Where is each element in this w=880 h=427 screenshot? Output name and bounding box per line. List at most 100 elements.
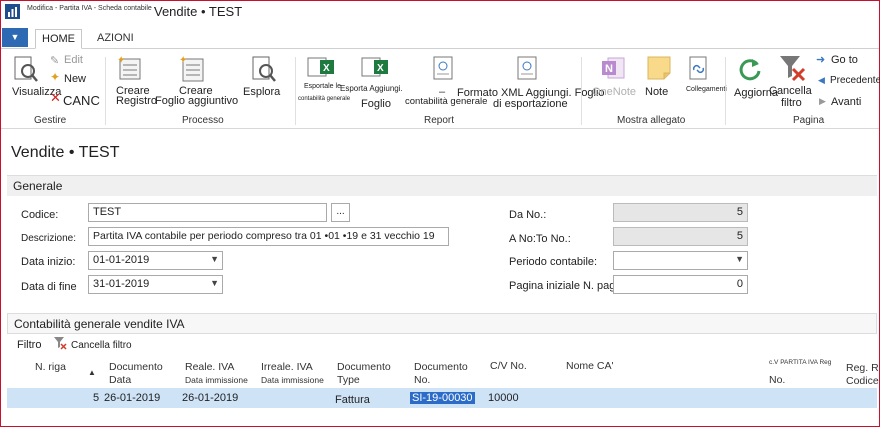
data-inizio-value: 01-01-2019 bbox=[93, 254, 150, 266]
new-icon: ✦ bbox=[50, 70, 61, 84]
group-report-label: Report bbox=[424, 115, 455, 126]
excel-icon: X bbox=[307, 57, 334, 77]
cell-documento-data[interactable]: 26-01-2019 bbox=[104, 392, 160, 404]
descrizione-field[interactable]: Partita IVA contabile per periodo compre… bbox=[88, 227, 449, 246]
descrizione-label: Descrizione: bbox=[21, 233, 77, 244]
refresh-icon bbox=[739, 59, 761, 81]
title-bar: Modifica - Partita IVA - Scheda contabil… bbox=[1, 1, 879, 23]
col-header-doc-type-1[interactable]: Documento bbox=[337, 361, 391, 373]
goto-button[interactable]: Go to bbox=[831, 54, 858, 66]
data-fine-field[interactable]: 31-01-2019 ▼ bbox=[88, 275, 223, 294]
clear-filter-icon bbox=[54, 337, 67, 350]
data-fine-label: Data di fine bbox=[21, 281, 77, 293]
esporta-aggiungi-line1[interactable]: Esporta Aggiungi. bbox=[340, 84, 403, 93]
da-no-label: Da No.: bbox=[509, 209, 547, 221]
precedente-button[interactable]: Precedente bbox=[830, 75, 880, 86]
ribbon-separator bbox=[105, 57, 106, 125]
col-header-documento-data-1[interactable]: Documento bbox=[109, 361, 163, 373]
svg-text:X: X bbox=[323, 63, 330, 74]
registro-button[interactable]: Registro bbox=[116, 95, 157, 107]
col-header-cv-partita-1[interactable]: c.V PARTITA IVA Reg bbox=[769, 359, 831, 366]
svg-text:X: X bbox=[377, 63, 384, 74]
col-header-reale-iva-2[interactable]: Data immissione bbox=[185, 375, 248, 385]
links-icon bbox=[689, 56, 707, 80]
cancella-filtro-button[interactable]: Cancella filtro bbox=[71, 340, 132, 351]
formato-xml-line2[interactable]: di esportazione bbox=[493, 98, 568, 110]
ribbon-tabs: ▼ HOME AZIONI bbox=[1, 28, 879, 49]
create-sheet-icon: ✦ bbox=[179, 55, 204, 82]
esporta-contabilita-line2[interactable]: contabilità generale bbox=[298, 96, 350, 102]
cell-n-riga[interactable]: 5 bbox=[93, 392, 99, 404]
col-header-cv-no[interactable]: C/V No. bbox=[490, 360, 527, 372]
col-header-cv-partita-2[interactable]: No. bbox=[769, 374, 785, 386]
cancella-filtro-line2[interactable]: filtro bbox=[781, 97, 802, 109]
collegamenti-button[interactable]: Collegamenti bbox=[686, 86, 727, 93]
tab-home[interactable]: HOME bbox=[35, 29, 82, 49]
cell-cv-no[interactable]: 10000 bbox=[488, 392, 519, 404]
excel-icon: X bbox=[361, 57, 388, 77]
app-window: Modifica - Partita IVA - Scheda contabil… bbox=[0, 0, 880, 427]
generale-section-header[interactable]: Generale bbox=[7, 175, 877, 196]
ribbon: Visualizza ✎ Edit ✦ New ✕ CANC Gestire ✦… bbox=[1, 49, 880, 129]
group-pagina-label: Pagina bbox=[793, 115, 825, 126]
col-header-documento-data-2[interactable]: Data bbox=[109, 374, 131, 386]
canc-button[interactable]: CANC bbox=[63, 93, 100, 108]
window-subtitle: Modifica - Partita IVA - Scheda contabil… bbox=[27, 5, 157, 12]
data-inizio-label: Data inizio: bbox=[21, 256, 76, 268]
previous-icon: ◀ bbox=[818, 75, 825, 85]
svg-text:✦: ✦ bbox=[179, 55, 187, 66]
pagina-iniziale-field[interactable]: 0 bbox=[613, 275, 748, 294]
xml-format-icon bbox=[517, 56, 537, 80]
note-button[interactable]: Note bbox=[645, 86, 668, 98]
group-allegato-label: Mostra allegato bbox=[617, 115, 686, 126]
onenote-icon: N bbox=[602, 57, 625, 79]
col-header-n-riga[interactable]: N. riga bbox=[35, 361, 66, 373]
tab-azioni[interactable]: AZIONI bbox=[91, 29, 140, 49]
sort-asc-icon: ▲ bbox=[88, 368, 96, 377]
filtro-button[interactable]: Filtro bbox=[17, 339, 41, 351]
col-header-reale-iva-1[interactable]: Reale. IVA bbox=[185, 361, 234, 373]
edit-icon: ✎ bbox=[50, 55, 60, 67]
report-doc-icon bbox=[433, 56, 453, 80]
explore-icon bbox=[252, 56, 276, 82]
svg-text:✦: ✦ bbox=[117, 55, 125, 66]
app-menu-button[interactable]: ▼ bbox=[2, 28, 28, 47]
da-no-field: 5 bbox=[613, 203, 748, 222]
codice-lookup-button[interactable]: ... bbox=[331, 203, 350, 222]
clear-filter-icon bbox=[780, 56, 806, 82]
col-header-doc-no-2[interactable]: No. bbox=[414, 374, 430, 386]
a-no-label: A No:To No.: bbox=[509, 233, 571, 245]
window-title: Vendite • TEST bbox=[154, 4, 243, 19]
group-gestire-label: Gestire bbox=[34, 115, 67, 126]
col-header-reg-r-1[interactable]: Reg. R bbox=[846, 362, 879, 374]
cell-doc-no[interactable]: SI-19-00030 bbox=[410, 392, 475, 404]
cell-doc-type[interactable]: Fattura bbox=[335, 394, 370, 406]
chevron-down-icon[interactable]: ▼ bbox=[210, 254, 219, 264]
esplora-button[interactable]: Esplora bbox=[243, 86, 280, 98]
data-inizio-field[interactable]: 01-01-2019 ▼ bbox=[88, 251, 223, 270]
new-button[interactable]: New bbox=[64, 73, 86, 85]
col-header-doc-type-2[interactable]: Type bbox=[337, 374, 360, 386]
esporta-aggiungi-line2[interactable]: Foglio bbox=[361, 98, 391, 110]
cell-reale-iva-data[interactable]: 26-01-2019 bbox=[182, 392, 238, 404]
a-no-field: 5 bbox=[613, 227, 748, 246]
col-header-irreale-iva-1[interactable]: Irreale. IVA bbox=[261, 361, 313, 373]
col-header-doc-no-1[interactable]: Documento bbox=[414, 361, 468, 373]
onenote-button[interactable]: OneNote bbox=[592, 86, 636, 98]
avanti-button[interactable]: Avanti bbox=[831, 96, 861, 108]
cancella-filtro-line1[interactable]: Cancella bbox=[769, 85, 812, 97]
col-header-nome-ca[interactable]: Nome CA' bbox=[566, 360, 614, 372]
codice-field[interactable]: TEST bbox=[88, 203, 327, 222]
col-header-irreale-iva-2[interactable]: Data immissione bbox=[261, 375, 324, 385]
esporta-contabilita-line1[interactable]: Esportale le bbox=[304, 83, 341, 90]
goto-icon: ➜ bbox=[816, 54, 826, 66]
view-icon bbox=[14, 56, 38, 82]
edit-button[interactable]: Edit bbox=[64, 54, 83, 66]
chevron-down-icon[interactable]: ▼ bbox=[735, 254, 744, 264]
foglio-aggiuntivo-button[interactable]: Foglio aggiuntivo bbox=[155, 95, 238, 107]
col-header-reg-r-2[interactable]: Codice bbox=[846, 375, 879, 387]
subpage-header[interactable]: Contabilità generale vendite IVA bbox=[7, 313, 877, 334]
periodo-contabile-field[interactable]: ▼ bbox=[613, 251, 748, 270]
note-icon bbox=[647, 56, 671, 80]
chevron-down-icon[interactable]: ▼ bbox=[210, 278, 219, 288]
